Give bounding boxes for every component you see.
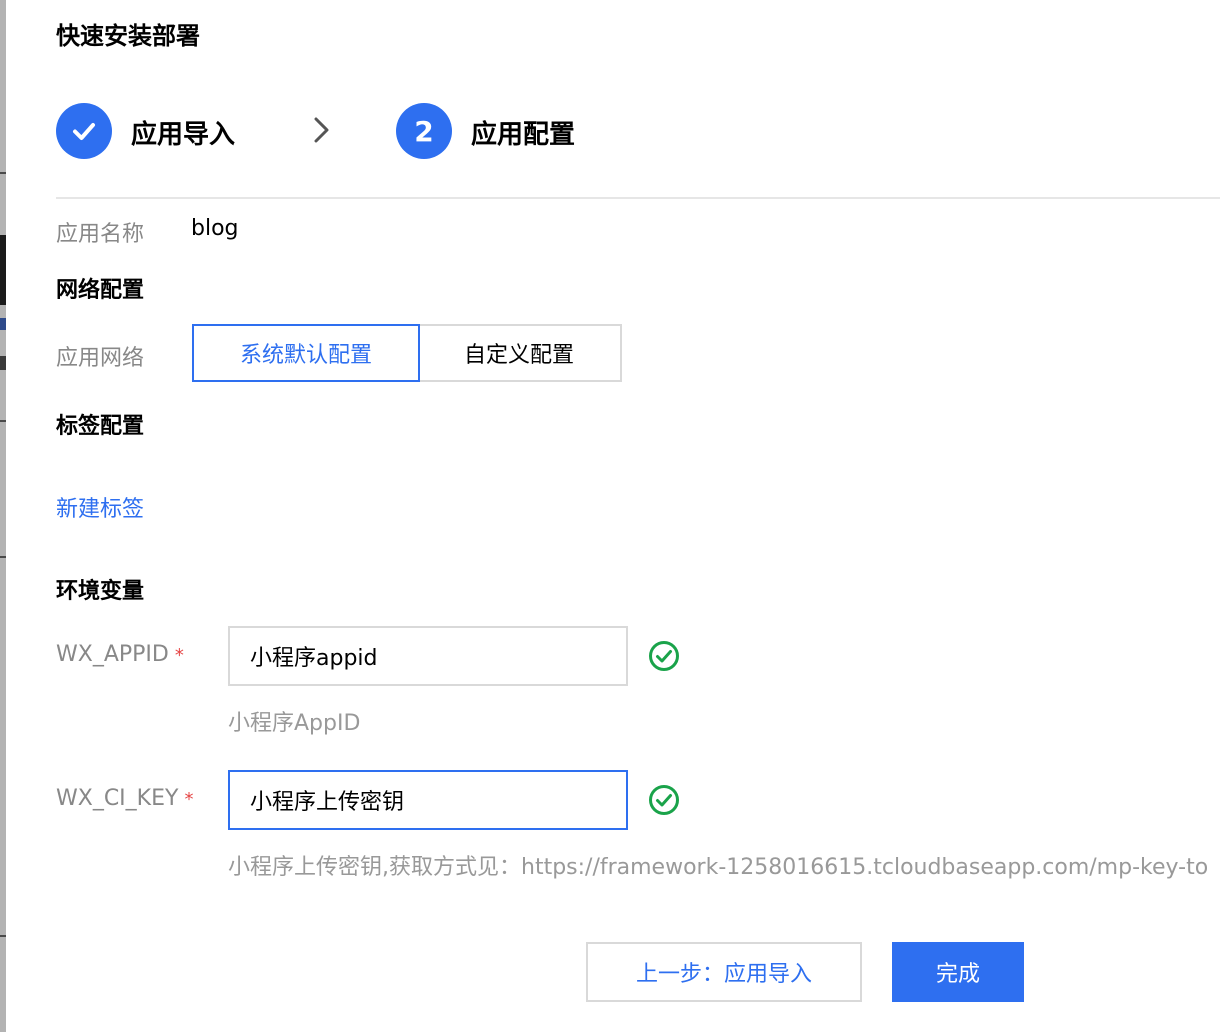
new-tag-link[interactable]: 新建标签 [56,491,144,523]
done-button[interactable]: 完成 [892,942,1024,1002]
network-section-title: 网络配置 [56,278,145,303]
wx-appid-input[interactable] [228,626,628,686]
network-custom-option[interactable]: 自定义配置 [418,324,622,382]
tags-section-title: 标签配置 [56,414,145,439]
app-network-label: 应用网络 [56,346,145,371]
wx-ci-key-label: WX_CI_KEY * [56,786,193,811]
steps-divider [56,197,1220,199]
step-2-number-circle: 2 [396,103,452,159]
app-name-label: 应用名称 [56,222,145,247]
step-2-label: 应用配置 [471,120,576,150]
network-default-option[interactable]: 系统默认配置 [192,324,420,382]
required-mark: * [184,789,194,810]
wx-appid-help: 小程序AppID [228,711,361,736]
wx-ci-key-help: 小程序上传密钥,获取方式见：https://framework-12580166… [228,855,1209,880]
step-1-done-circle [56,103,112,159]
env-section-title: 环境变量 [56,579,145,604]
checkmark-icon [73,123,95,140]
wx-ci-key-input[interactable] [228,770,628,830]
wx-ci-key-key: WX_CI_KEY [56,786,179,811]
wx-appid-key: WX_APPID [56,642,169,667]
chevron-right-icon [314,117,329,143]
background-edge [0,0,6,1032]
step-1-label: 应用导入 [131,120,236,150]
app-name-value: blog [191,216,239,241]
check-circle-icon [649,785,679,815]
previous-step-button[interactable]: 上一步：应用导入 [586,942,862,1002]
required-mark: * [174,645,184,666]
dialog-title: 快速安装部署 [56,22,200,50]
wx-appid-label: WX_APPID * [56,642,184,667]
check-circle-icon [649,641,679,671]
